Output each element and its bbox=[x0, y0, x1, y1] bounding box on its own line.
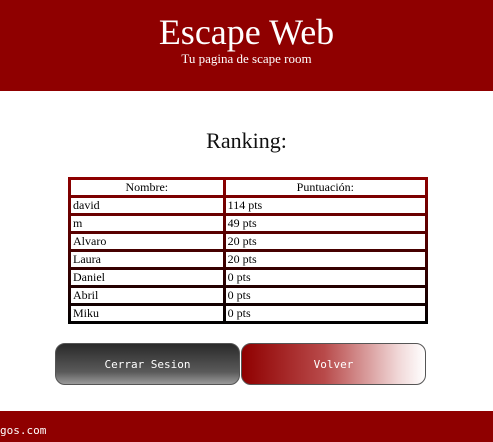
ranking-table: Nombre: Puntuación: david 114 pts m 49 p… bbox=[68, 177, 428, 324]
table-row: Abril 0 pts bbox=[71, 288, 425, 303]
player-score: 114 pts bbox=[225, 198, 425, 213]
site-header: Escape Web Tu pagina de scape room bbox=[0, 0, 493, 91]
player-name: Alvaro bbox=[71, 234, 223, 249]
player-score: 49 pts bbox=[225, 216, 425, 231]
player-name: m bbox=[71, 216, 223, 231]
player-score: 0 pts bbox=[225, 288, 425, 303]
table-row: Alvaro 20 pts bbox=[71, 234, 425, 249]
player-score: 20 pts bbox=[225, 234, 425, 249]
player-name: Miku bbox=[71, 306, 223, 321]
site-title: Escape Web bbox=[158, 12, 335, 52]
table-row: Laura 20 pts bbox=[71, 252, 425, 267]
table-header-row: Nombre: Puntuación: bbox=[71, 180, 425, 195]
table-row: m 49 pts bbox=[71, 216, 425, 231]
player-score: 20 pts bbox=[225, 252, 425, 267]
logout-button[interactable]: Cerrar Sesion bbox=[55, 343, 240, 385]
column-header-name: Nombre: bbox=[71, 180, 223, 195]
back-button[interactable]: Volver bbox=[241, 343, 426, 385]
player-name: Laura bbox=[71, 252, 223, 267]
ranking-title: Ranking: bbox=[206, 128, 287, 153]
table-row: Miku 0 pts bbox=[71, 306, 425, 321]
player-name: Abril bbox=[71, 288, 223, 303]
footer-text: gos.com bbox=[0, 424, 47, 437]
player-name: david bbox=[71, 198, 223, 213]
table-row: david 114 pts bbox=[71, 198, 425, 213]
player-score: 0 pts bbox=[225, 306, 425, 321]
site-footer: gos.com bbox=[0, 411, 493, 442]
table-row: Daniel 0 pts bbox=[71, 270, 425, 285]
column-header-score: Puntuación: bbox=[225, 180, 425, 195]
player-score: 0 pts bbox=[225, 270, 425, 285]
site-subtitle: Tu pagina de scape room bbox=[181, 51, 312, 66]
player-name: Daniel bbox=[71, 270, 223, 285]
